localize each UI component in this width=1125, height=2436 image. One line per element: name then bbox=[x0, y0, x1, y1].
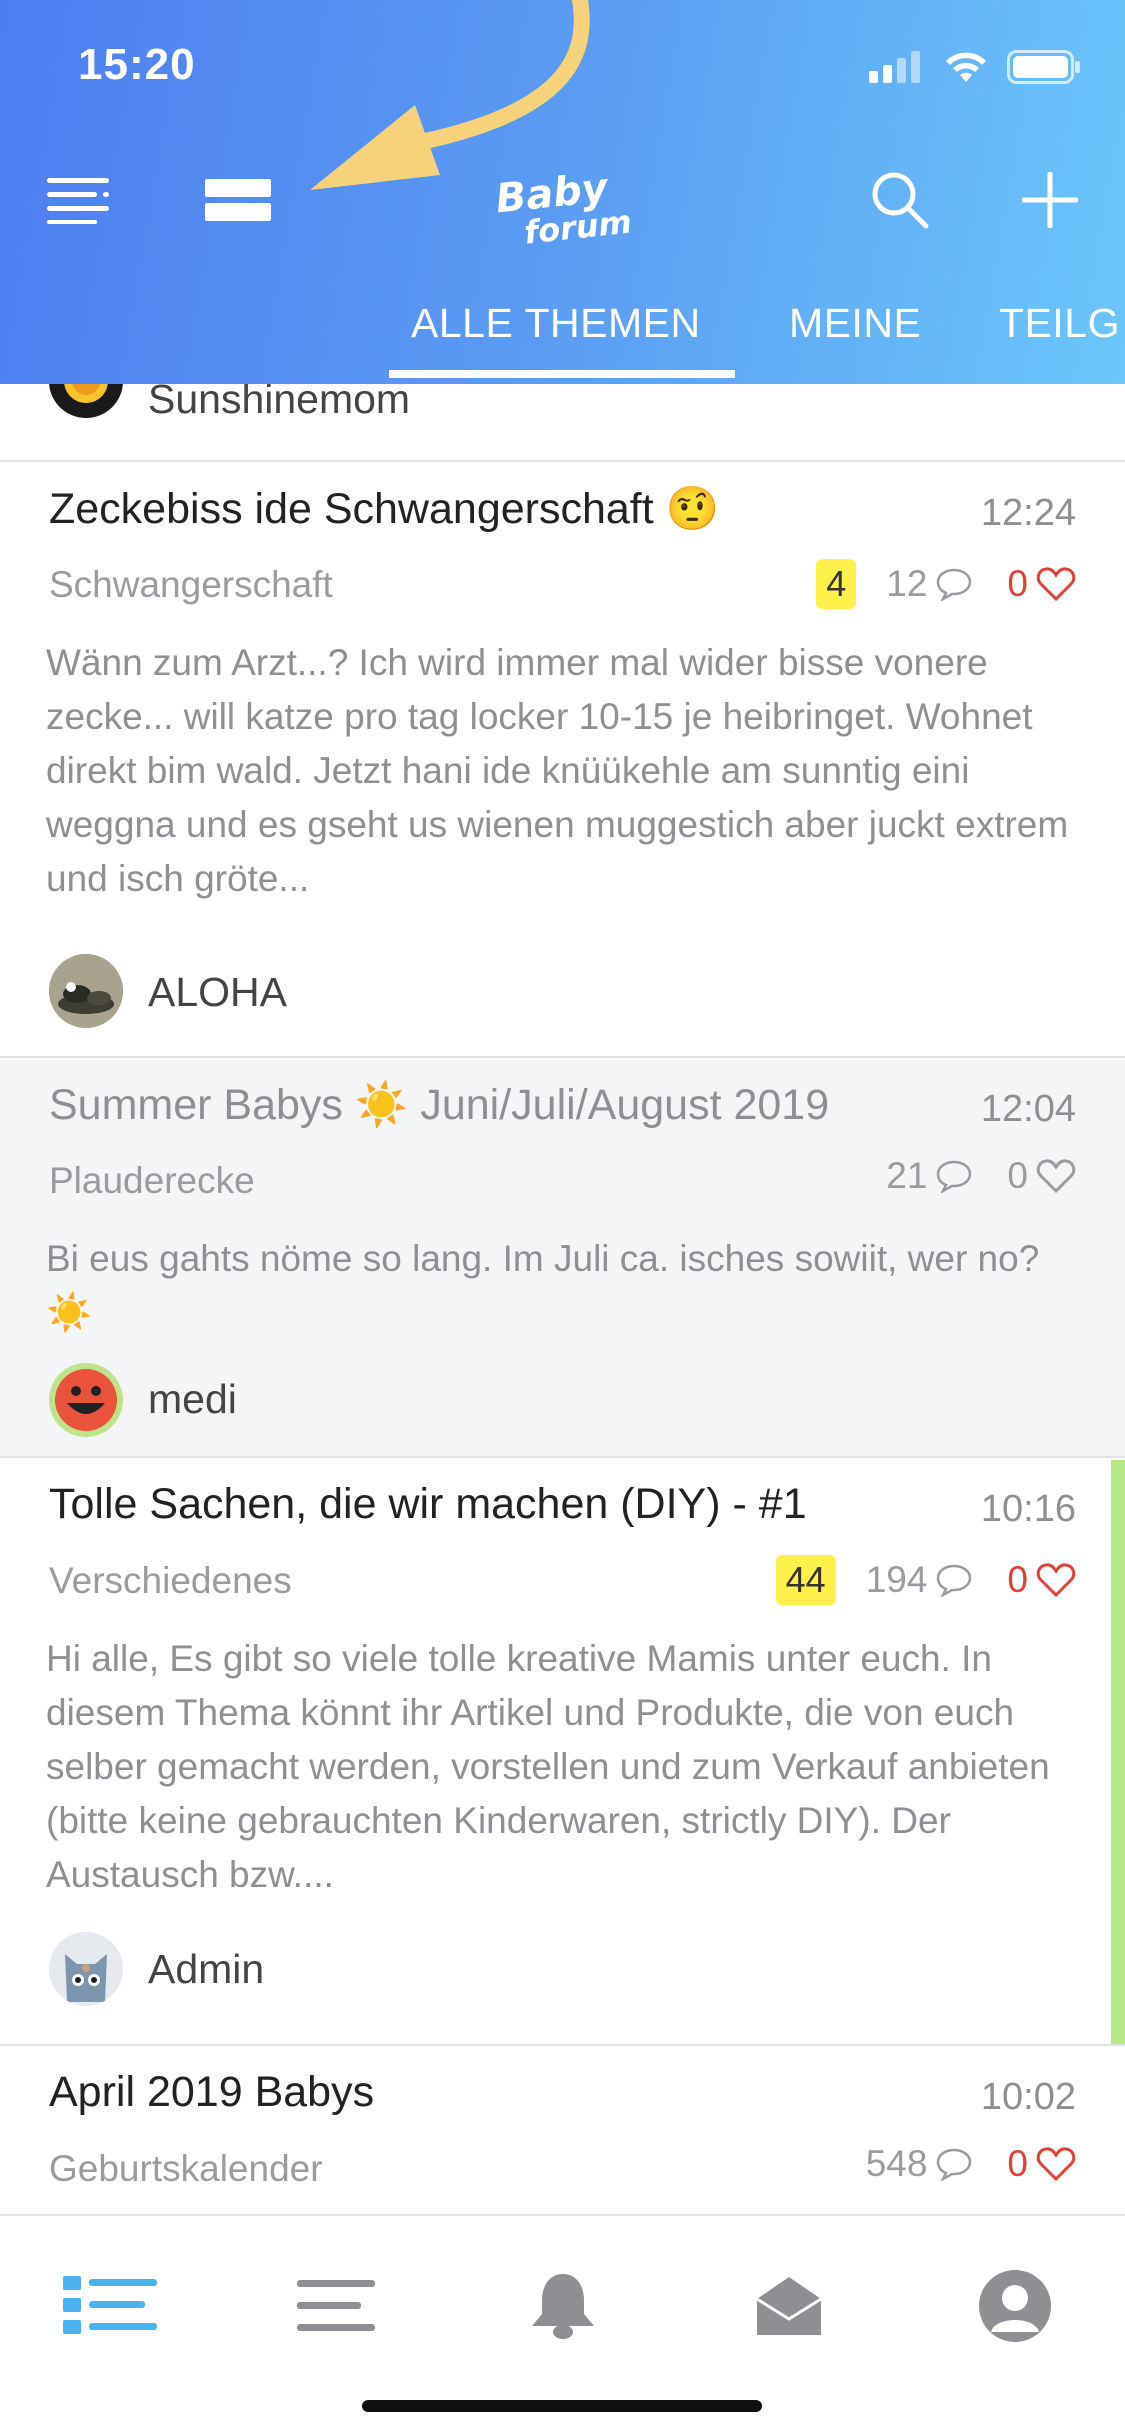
status-time: 15:20 bbox=[78, 40, 196, 89]
tab-notifications[interactable] bbox=[508, 2261, 618, 2351]
topic-category: Plauderecke bbox=[49, 1160, 255, 1201]
bottom-tab-bar bbox=[0, 2214, 1125, 2436]
previous-post-footer[interactable]: Sunshinemom bbox=[0, 384, 1125, 462]
topic-title: Zeckebiss ide Schwangerschaft 🤨 bbox=[49, 485, 720, 533]
tab-alle-themen[interactable]: ALLE THEMEN bbox=[411, 300, 701, 347]
author-name: Sunshinemom bbox=[148, 384, 411, 422]
topic-stats: 44 194 0 bbox=[775, 1555, 1076, 1605]
app-header: 15:20 Baby forum ALLE THEMEN MEINE TEILG bbox=[0, 0, 1125, 384]
profile-icon bbox=[979, 2270, 1051, 2342]
reply-count: 548 bbox=[866, 2143, 974, 2185]
comment-icon bbox=[937, 1160, 972, 1193]
topic-time: 12:04 bbox=[980, 1088, 1076, 1130]
like-count-value: 0 bbox=[1007, 563, 1028, 604]
author-name: Admin bbox=[148, 1946, 265, 1992]
reply-count-value: 21 bbox=[886, 1155, 928, 1196]
status-icons bbox=[869, 50, 1081, 84]
topic-feed[interactable]: Sunshinemom Zeckebiss ide Schwangerschaf… bbox=[0, 384, 1125, 2214]
topic-stats: 548 0 bbox=[866, 2143, 1076, 2185]
topic-item[interactable]: Tolle Sachen, die wir machen (DIY) - #1 … bbox=[0, 1460, 1125, 2046]
card-view-icon bbox=[204, 179, 271, 221]
topic-stats: 21 0 bbox=[886, 1155, 1076, 1197]
topic-stats: 4 12 0 bbox=[816, 559, 1076, 609]
tab-teilg[interactable]: TEILG bbox=[999, 300, 1120, 347]
reply-count: 12 bbox=[886, 563, 973, 605]
topic-category: Geburtskalender bbox=[49, 2148, 323, 2189]
envelope-icon bbox=[756, 2277, 822, 2335]
reply-count-value: 194 bbox=[865, 1559, 928, 1600]
unread-badge: 4 bbox=[816, 559, 857, 609]
avatar bbox=[49, 384, 123, 418]
like-count[interactable]: 0 bbox=[1007, 1155, 1076, 1197]
like-count-value: 0 bbox=[1007, 2143, 1028, 2184]
bell-icon bbox=[532, 2274, 594, 2339]
menu-lines-icon bbox=[297, 2280, 375, 2331]
author-name: ALOHA bbox=[148, 969, 287, 1015]
tab-messages[interactable] bbox=[734, 2261, 844, 2351]
reply-count-value: 548 bbox=[865, 2143, 928, 2184]
topic-time: 10:02 bbox=[980, 2076, 1076, 2118]
topic-excerpt: Bi eus gahts nöme so lang. Im Juli ca. i… bbox=[46, 1238, 1040, 1333]
comment-icon bbox=[937, 1564, 972, 1597]
search-button[interactable] bbox=[860, 160, 940, 240]
topic-item[interactable]: Summer Babys ☀️ Juni/Juli/August 2019 12… bbox=[0, 1060, 1125, 1458]
avatar bbox=[49, 954, 123, 1028]
avatar bbox=[49, 1932, 123, 2006]
heart-icon bbox=[1036, 567, 1076, 602]
topic-time: 10:16 bbox=[980, 1488, 1076, 1530]
plus-icon bbox=[1022, 172, 1078, 228]
active-tab-indicator bbox=[389, 370, 735, 378]
topic-category: Verschiedenes bbox=[49, 1560, 292, 1601]
search-icon bbox=[872, 172, 929, 229]
like-count-value: 0 bbox=[1007, 1559, 1028, 1600]
menu-button[interactable] bbox=[40, 160, 120, 240]
topic-excerpt: Wänn zum Arzt...? Ich wird immer mal wid… bbox=[46, 642, 1069, 899]
topic-category: Schwangerschaft bbox=[49, 564, 333, 605]
add-topic-button[interactable] bbox=[1010, 160, 1090, 240]
tab-categories[interactable] bbox=[282, 2261, 392, 2351]
sidebar-menu-icon bbox=[47, 178, 109, 224]
like-count[interactable]: 0 bbox=[1007, 2143, 1076, 2185]
annotation-arrow bbox=[310, 0, 590, 190]
comment-icon bbox=[937, 568, 972, 601]
home-indicator[interactable] bbox=[362, 2400, 762, 2412]
author-name: medi bbox=[148, 1376, 237, 1422]
signal-icon bbox=[869, 51, 920, 83]
comment-icon bbox=[937, 2148, 972, 2181]
tab-meine[interactable]: MEINE bbox=[789, 300, 921, 347]
heart-icon bbox=[1036, 1159, 1076, 1194]
topic-tabs: ALLE THEMEN MEINE TEILG bbox=[0, 290, 1125, 384]
topic-excerpt: Hi alle, Es gibt so viele tolle kreative… bbox=[46, 1638, 1050, 1895]
topic-title: Summer Babys ☀️ Juni/Juli/August 2019 bbox=[49, 1081, 830, 1129]
reply-count-value: 12 bbox=[886, 563, 928, 604]
topic-title: April 2019 Babys bbox=[49, 2068, 375, 2116]
reply-count: 194 bbox=[866, 1559, 974, 1601]
like-count[interactable]: 0 bbox=[1007, 563, 1076, 605]
heart-icon bbox=[1036, 1563, 1076, 1598]
wifi-icon bbox=[946, 52, 986, 82]
unread-badge: 44 bbox=[775, 1555, 836, 1605]
topics-list-icon bbox=[63, 2276, 157, 2334]
battery-icon bbox=[1007, 50, 1080, 84]
tab-topics[interactable] bbox=[56, 2261, 166, 2351]
topic-item[interactable]: April 2019 Babys 10:02 Geburtskalender 5… bbox=[0, 2048, 1125, 2214]
topic-time: 12:24 bbox=[980, 492, 1076, 534]
like-count[interactable]: 0 bbox=[1007, 1559, 1076, 1601]
like-count-value: 0 bbox=[1007, 1155, 1028, 1196]
heart-icon bbox=[1036, 2147, 1076, 2182]
tab-profile[interactable] bbox=[960, 2261, 1070, 2351]
reply-count: 21 bbox=[886, 1155, 973, 1197]
view-toggle-button[interactable] bbox=[195, 160, 280, 240]
topic-title: Tolle Sachen, die wir machen (DIY) - #1 bbox=[49, 1480, 807, 1528]
avatar bbox=[49, 1363, 123, 1437]
topic-item[interactable]: Zeckebiss ide Schwangerschaft 🤨 12:24 Sc… bbox=[0, 464, 1125, 1058]
